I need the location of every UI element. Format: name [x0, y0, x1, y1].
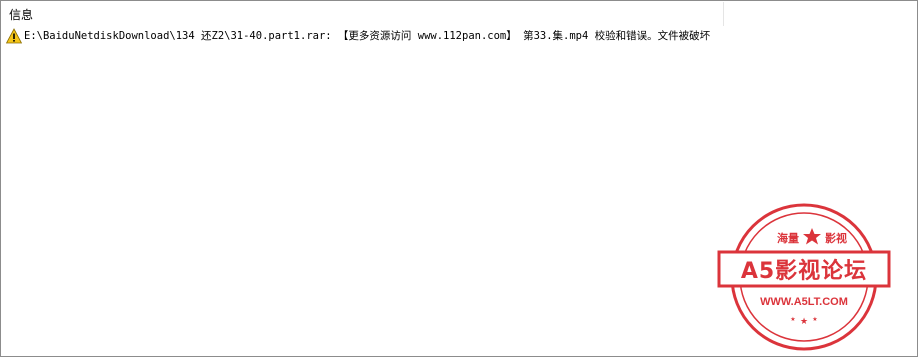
stamp-top-right-text: 影视 — [825, 231, 847, 245]
stamp-top-left-text: 海量 — [777, 231, 799, 245]
star-icon — [803, 228, 821, 245]
stamp-url: WWW.A5LT.COM — [760, 296, 848, 308]
info-column-label: 信息 — [9, 8, 34, 22]
info-column-header[interactable]: 信息 — [2, 2, 724, 26]
svg-text:★: ★ — [790, 316, 795, 323]
stamp-bottom-stars: ★ ★ ★ — [790, 316, 817, 327]
svg-text:★: ★ — [812, 316, 817, 323]
list-item[interactable]: E:\BaiduNetdiskDownload\134 还Z2\31-40.pa… — [2, 27, 723, 45]
a5lt-watermark-stamp: 海量 影视 A5影视论坛 WWW.A5LT.COM ★ ★ ★ — [717, 203, 891, 351]
message-text: E:\BaiduNetdiskDownload\134 还Z2\31-40.pa… — [24, 30, 711, 42]
stamp-main-title: A5影视论坛 — [741, 258, 867, 284]
svg-text:★: ★ — [800, 317, 808, 327]
warning-icon — [6, 28, 22, 44]
